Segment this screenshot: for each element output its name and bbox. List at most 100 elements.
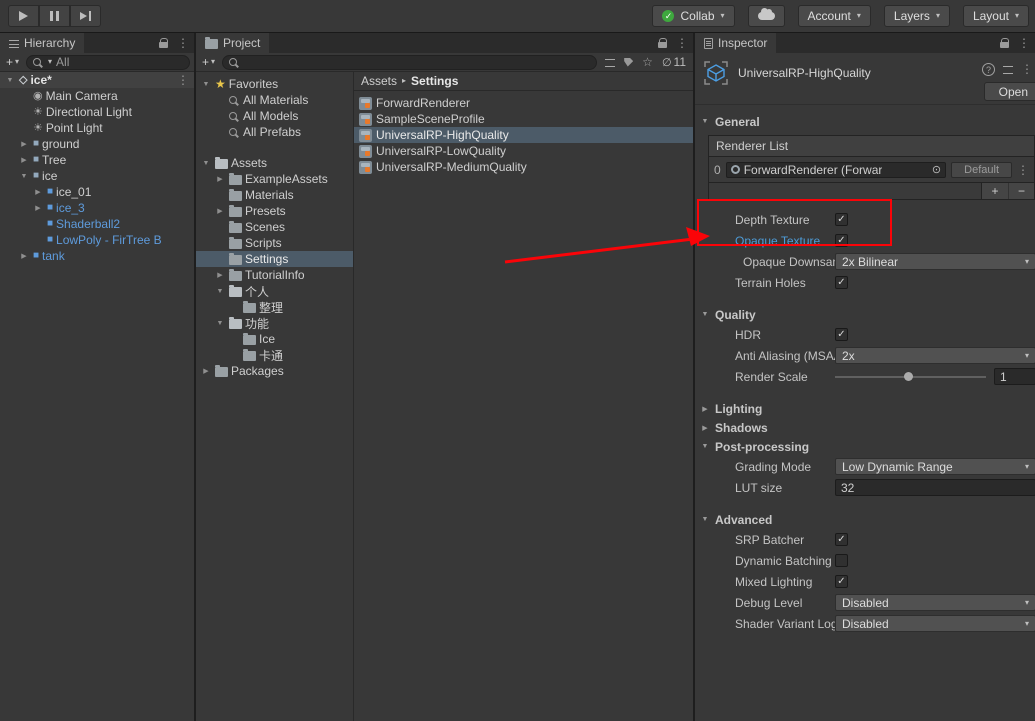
section-header-general[interactable]: ▼ General	[695, 112, 1035, 131]
expand-arrow-icon[interactable]: ▶	[214, 271, 226, 279]
hierarchy-item-lowpoly-firtree-b[interactable]: ■LowPoly - FirTree B	[0, 232, 194, 248]
breadcrumb-current[interactable]: Settings	[411, 74, 458, 88]
debug-level-dropdown[interactable]: Disabled▾	[835, 594, 1035, 611]
expand-arrow-icon[interactable]: ▶	[32, 188, 44, 196]
folder-item-item[interactable]: 卡通	[196, 347, 353, 363]
shader-variant-log-level-dropdown[interactable]: Disabled▾	[835, 615, 1035, 632]
collab-button[interactable]: ✓ Collab ▾	[652, 5, 734, 27]
folder-item-item[interactable]: ▼功能	[196, 315, 353, 331]
hierarchy-item-tree[interactable]: ▶■Tree	[0, 152, 194, 168]
expand-arrow-icon[interactable]: ▼	[200, 81, 212, 88]
kebab-menu-icon[interactable]: ⋮	[177, 36, 189, 50]
default-button[interactable]: Default	[951, 162, 1012, 178]
expand-arrow-icon[interactable]: ▶	[18, 156, 30, 164]
step-button[interactable]	[70, 5, 101, 27]
search-by-type-icon[interactable]	[605, 59, 615, 67]
layers-dropdown[interactable]: Layers ▾	[884, 5, 950, 27]
expand-arrow-icon[interactable]: ▼	[200, 160, 212, 167]
element-kebab-icon[interactable]: ⋮	[1017, 163, 1029, 177]
presets-icon[interactable]	[1003, 66, 1013, 74]
hierarchy-item-main-camera[interactable]: ◉Main Camera	[0, 88, 194, 104]
folder-item-item[interactable]: 整理	[196, 299, 353, 315]
kebab-menu-icon[interactable]: ⋮	[1021, 62, 1033, 76]
folder-item-settings[interactable]: Settings	[196, 251, 353, 267]
lock-icon[interactable]	[658, 42, 667, 48]
expand-arrow-icon[interactable]: ▼	[4, 77, 16, 84]
slider-knob[interactable]	[904, 372, 913, 381]
hdr-checkbox[interactable]: ✓	[835, 328, 848, 341]
renderer-list-element[interactable]: 0 ForwardRenderer (Forwar ⊙ Default ⋮	[709, 157, 1034, 182]
lut-size-field[interactable]: 32	[835, 479, 1035, 496]
section-header-quality[interactable]: ▼ Quality	[695, 305, 1035, 324]
section-header-shadows[interactable]: ▶ Shadows	[695, 418, 1035, 437]
folder-item-ice[interactable]: Ice	[196, 331, 353, 347]
expand-arrow-icon[interactable]: ▶	[214, 175, 226, 183]
hierarchy-item-directional-light[interactable]: ☀Directional Light	[0, 104, 194, 120]
hierarchy-item-point-light[interactable]: ☀Point Light	[0, 120, 194, 136]
folder-item-all-models[interactable]: All Models	[196, 108, 353, 124]
file-item-universalrp-mediumquality[interactable]: UniversalRP-MediumQuality	[354, 159, 693, 175]
kebab-menu-icon[interactable]: ⋮	[177, 73, 189, 87]
search-by-label-icon[interactable]	[624, 58, 633, 67]
add-renderer-button[interactable]: +	[982, 183, 1008, 199]
expand-arrow-icon[interactable]: ▼	[18, 173, 30, 180]
grading-mode-dropdown[interactable]: Low Dynamic Range▾	[835, 458, 1035, 475]
kebab-menu-icon[interactable]: ⋮	[1018, 36, 1030, 50]
hierarchy-item-ice-01[interactable]: ▶■ice_01	[0, 184, 194, 200]
saved-search-icon[interactable]: ☆	[642, 56, 653, 68]
folder-item-exampleassets[interactable]: ▶ExampleAssets	[196, 171, 353, 187]
expand-arrow-icon[interactable]: ▶	[200, 367, 212, 375]
expand-arrow-icon[interactable]: ▶	[32, 204, 44, 212]
open-button[interactable]: Open	[984, 82, 1035, 101]
render-scale-value-field[interactable]: 1	[994, 368, 1035, 385]
folder-item-presets[interactable]: ▶Presets	[196, 203, 353, 219]
lock-icon[interactable]	[159, 42, 168, 48]
layout-dropdown[interactable]: Layout ▾	[963, 5, 1029, 27]
project-search-input[interactable]	[222, 55, 597, 70]
folder-item-favorites[interactable]: ▼★Favorites	[196, 76, 353, 92]
folder-item-packages[interactable]: ▶Packages	[196, 363, 353, 379]
help-icon[interactable]: ?	[982, 63, 995, 76]
expand-arrow-icon[interactable]: ▶	[18, 252, 30, 260]
add-gameobject-button[interactable]: +▾	[4, 55, 21, 69]
renderer-object-field[interactable]: ForwardRenderer (Forwar ⊙	[726, 162, 946, 178]
depth-texture-checkbox[interactable]: ✓	[835, 213, 848, 226]
expand-arrow-icon[interactable]: ▶	[214, 207, 226, 215]
file-item-universalrp-highquality[interactable]: UniversalRP-HighQuality	[354, 127, 693, 143]
opaque-texture-checkbox[interactable]: ✓	[835, 234, 848, 247]
object-picker-icon[interactable]: ⊙	[932, 163, 941, 176]
expand-arrow-icon[interactable]: ▶	[18, 140, 30, 148]
folder-item-item[interactable]: ▼个人	[196, 283, 353, 299]
folder-item-all-materials[interactable]: All Materials	[196, 92, 353, 108]
hidden-items-indicator[interactable]: ∅ 11	[662, 55, 686, 69]
folder-item-all-prefabs[interactable]: All Prefabs	[196, 124, 353, 140]
file-item-samplesceneprofile[interactable]: SampleSceneProfile	[354, 111, 693, 127]
opaque-downsampling-dropdown[interactable]: 2x Bilinear▾	[835, 253, 1035, 270]
folder-item-materials[interactable]: Materials	[196, 187, 353, 203]
file-item-forwardrenderer[interactable]: ForwardRenderer	[354, 95, 693, 111]
hierarchy-item-ice[interactable]: ▼■ice	[0, 168, 194, 184]
render-scale-slider[interactable]	[835, 376, 986, 378]
folder-item-scripts[interactable]: Scripts	[196, 235, 353, 251]
tab-project[interactable]: Project	[196, 33, 269, 53]
kebab-menu-icon[interactable]: ⋮	[676, 36, 688, 50]
remove-renderer-button[interactable]: −	[1008, 183, 1034, 199]
section-header-lighting[interactable]: ▶ Lighting	[695, 399, 1035, 418]
anti-aliasing-msaa-dropdown[interactable]: 2x▾	[835, 347, 1035, 364]
expand-arrow-icon[interactable]: ▼	[214, 320, 226, 327]
expand-arrow-icon[interactable]: ▼	[214, 288, 226, 295]
tab-inspector[interactable]: Inspector	[695, 33, 776, 53]
hierarchy-item-tank[interactable]: ▶■tank	[0, 248, 194, 264]
hierarchy-item-shaderball2[interactable]: ■Shaderball2	[0, 216, 194, 232]
terrain-holes-checkbox[interactable]: ✓	[835, 276, 848, 289]
file-item-universalrp-lowquality[interactable]: UniversalRP-LowQuality	[354, 143, 693, 159]
hierarchy-item-ice-3[interactable]: ▶■ice_3	[0, 200, 194, 216]
create-asset-button[interactable]: +▾	[200, 55, 217, 69]
srp-batcher-checkbox[interactable]: ✓	[835, 533, 848, 546]
tab-hierarchy[interactable]: Hierarchy	[0, 33, 84, 53]
dynamic-batching-checkbox[interactable]	[835, 554, 848, 567]
play-button[interactable]	[8, 5, 39, 27]
hierarchy-item-ground[interactable]: ▶■ground	[0, 136, 194, 152]
cloud-button[interactable]	[748, 5, 785, 27]
mixed-lighting-checkbox[interactable]: ✓	[835, 575, 848, 588]
